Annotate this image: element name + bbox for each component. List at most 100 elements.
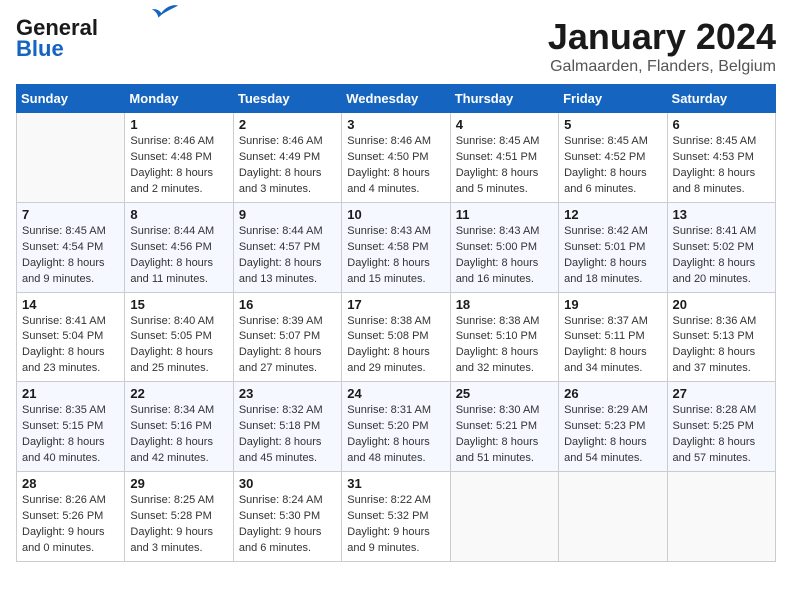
day-number: 16 bbox=[239, 297, 336, 312]
calendar-cell: 14Sunrise: 8:41 AM Sunset: 5:04 PM Dayli… bbox=[17, 292, 125, 382]
calendar-cell: 9 Sunrise: 8:44 AM Sunset: 4:57 PM Daylig… bbox=[233, 202, 341, 292]
calendar-cell: 22 Sunrise: 8:34 AM Sunset: 5:16 PM Dayli… bbox=[125, 382, 233, 472]
day-info: Sunrise: 8:44 AM Sunset: 4:57 PM Dayligh… bbox=[239, 224, 336, 288]
day-info: Sunrise: 8:38 AM Sunset: 5:10 PM Dayligh… bbox=[456, 314, 553, 378]
page-header: General Blue January 2024 Galmaarden, Fl… bbox=[16, 16, 776, 76]
day-info: Sunrise: 8:29 AM Sunset: 5:23 PM Dayligh… bbox=[564, 403, 661, 467]
day-info: Sunrise: 8:46 AM Sunset: 4:48 PM Dayligh… bbox=[130, 134, 227, 198]
calendar-cell: 17 Sunrise: 8:38 AM Sunset: 5:08 PM Dayli… bbox=[342, 292, 450, 382]
header-wednesday: Wednesday bbox=[342, 85, 450, 113]
calendar-cell: 28 Sunrise: 8:26 AM Sunset: 5:26 PM Dayli… bbox=[17, 472, 125, 562]
day-info: Sunrise: 8:26 AM Sunset: 5:26 PM Dayligh… bbox=[22, 493, 119, 557]
title-block: January 2024 Galmaarden, Flanders, Belgi… bbox=[548, 16, 776, 76]
header-thursday: Thursday bbox=[450, 85, 558, 113]
day-info: Sunrise: 8:22 AM Sunset: 5:32 PM Dayligh… bbox=[347, 493, 444, 557]
logo: General Blue bbox=[16, 16, 180, 62]
calendar-cell: 25Sunrise: 8:30 AM Sunset: 5:21 PM Dayli… bbox=[450, 382, 558, 472]
day-info: Sunrise: 8:34 AM Sunset: 5:16 PM Dayligh… bbox=[130, 403, 227, 467]
day-info: Sunrise: 8:45 AM Sunset: 4:54 PM Dayligh… bbox=[22, 224, 119, 288]
location-subtitle: Galmaarden, Flanders, Belgium bbox=[548, 58, 776, 76]
calendar-cell bbox=[450, 472, 558, 562]
calendar-cell: 29 Sunrise: 8:25 AM Sunset: 5:28 PM Dayli… bbox=[125, 472, 233, 562]
day-info: Sunrise: 8:39 AM Sunset: 5:07 PM Dayligh… bbox=[239, 314, 336, 378]
header-saturday: Saturday bbox=[667, 85, 775, 113]
day-number: 23 bbox=[239, 386, 336, 401]
day-info: Sunrise: 8:24 AM Sunset: 5:30 PM Dayligh… bbox=[239, 493, 336, 557]
day-info: Sunrise: 8:30 AM Sunset: 5:21 PM Dayligh… bbox=[456, 403, 553, 467]
calendar-cell: 3 Sunrise: 8:46 AM Sunset: 4:50 PM Daylig… bbox=[342, 113, 450, 203]
calendar-cell: 7Sunrise: 8:45 AM Sunset: 4:54 PM Daylig… bbox=[17, 202, 125, 292]
day-number: 13 bbox=[673, 207, 770, 222]
day-number: 9 bbox=[239, 207, 336, 222]
day-number: 4 bbox=[456, 117, 553, 132]
day-number: 18 bbox=[456, 297, 553, 312]
calendar-cell: 12 Sunrise: 8:42 AM Sunset: 5:01 PM Dayli… bbox=[559, 202, 667, 292]
calendar-cell: 15Sunrise: 8:40 AM Sunset: 5:05 PM Dayli… bbox=[125, 292, 233, 382]
day-number: 29 bbox=[130, 476, 227, 491]
day-info: Sunrise: 8:37 AM Sunset: 5:11 PM Dayligh… bbox=[564, 314, 661, 378]
day-number: 15 bbox=[130, 297, 227, 312]
calendar-cell: 8 Sunrise: 8:44 AM Sunset: 4:56 PM Daylig… bbox=[125, 202, 233, 292]
day-info: Sunrise: 8:46 AM Sunset: 4:49 PM Dayligh… bbox=[239, 134, 336, 198]
day-number: 19 bbox=[564, 297, 661, 312]
calendar-cell: 24 Sunrise: 8:31 AM Sunset: 5:20 PM Dayli… bbox=[342, 382, 450, 472]
header-monday: Monday bbox=[125, 85, 233, 113]
day-number: 31 bbox=[347, 476, 444, 491]
calendar-cell: 11Sunrise: 8:43 AM Sunset: 5:00 PM Dayli… bbox=[450, 202, 558, 292]
day-info: Sunrise: 8:45 AM Sunset: 4:52 PM Dayligh… bbox=[564, 134, 661, 198]
calendar-cell: 21Sunrise: 8:35 AM Sunset: 5:15 PM Dayli… bbox=[17, 382, 125, 472]
day-info: Sunrise: 8:44 AM Sunset: 4:56 PM Dayligh… bbox=[130, 224, 227, 288]
day-number: 28 bbox=[22, 476, 119, 491]
day-info: Sunrise: 8:28 AM Sunset: 5:25 PM Dayligh… bbox=[673, 403, 770, 467]
day-info: Sunrise: 8:42 AM Sunset: 5:01 PM Dayligh… bbox=[564, 224, 661, 288]
calendar-cell: 26 Sunrise: 8:29 AM Sunset: 5:23 PM Dayli… bbox=[559, 382, 667, 472]
calendar-header-row: SundayMondayTuesdayWednesdayThursdayFrid… bbox=[17, 85, 776, 113]
calendar-cell: 10 Sunrise: 8:43 AM Sunset: 4:58 PM Dayli… bbox=[342, 202, 450, 292]
day-number: 3 bbox=[347, 117, 444, 132]
day-info: Sunrise: 8:38 AM Sunset: 5:08 PM Dayligh… bbox=[347, 314, 444, 378]
week-row-2: 7Sunrise: 8:45 AM Sunset: 4:54 PM Daylig… bbox=[17, 202, 776, 292]
day-number: 27 bbox=[673, 386, 770, 401]
day-number: 26 bbox=[564, 386, 661, 401]
week-row-4: 21Sunrise: 8:35 AM Sunset: 5:15 PM Dayli… bbox=[17, 382, 776, 472]
calendar-cell: 18 Sunrise: 8:38 AM Sunset: 5:10 PM Dayli… bbox=[450, 292, 558, 382]
calendar-cell bbox=[17, 113, 125, 203]
day-info: Sunrise: 8:25 AM Sunset: 5:28 PM Dayligh… bbox=[130, 493, 227, 557]
day-info: Sunrise: 8:41 AM Sunset: 5:02 PM Dayligh… bbox=[673, 224, 770, 288]
day-number: 10 bbox=[347, 207, 444, 222]
day-number: 24 bbox=[347, 386, 444, 401]
day-number: 12 bbox=[564, 207, 661, 222]
calendar-cell: 1 Sunrise: 8:46 AM Sunset: 4:48 PM Daylig… bbox=[125, 113, 233, 203]
logo-blue: Blue bbox=[16, 36, 64, 62]
logo-bird-icon bbox=[152, 3, 180, 25]
day-number: 8 bbox=[130, 207, 227, 222]
day-number: 1 bbox=[130, 117, 227, 132]
calendar-table: SundayMondayTuesdayWednesdayThursdayFrid… bbox=[16, 84, 776, 562]
day-number: 20 bbox=[673, 297, 770, 312]
day-info: Sunrise: 8:43 AM Sunset: 4:58 PM Dayligh… bbox=[347, 224, 444, 288]
week-row-1: 1 Sunrise: 8:46 AM Sunset: 4:48 PM Daylig… bbox=[17, 113, 776, 203]
calendar-cell: 5 Sunrise: 8:45 AM Sunset: 4:52 PM Daylig… bbox=[559, 113, 667, 203]
day-number: 22 bbox=[130, 386, 227, 401]
week-row-5: 28 Sunrise: 8:26 AM Sunset: 5:26 PM Dayli… bbox=[17, 472, 776, 562]
day-info: Sunrise: 8:45 AM Sunset: 4:53 PM Dayligh… bbox=[673, 134, 770, 198]
calendar-cell bbox=[667, 472, 775, 562]
month-title: January 2024 bbox=[548, 16, 776, 58]
day-info: Sunrise: 8:46 AM Sunset: 4:50 PM Dayligh… bbox=[347, 134, 444, 198]
calendar-cell: 13 Sunrise: 8:41 AM Sunset: 5:02 PM Dayli… bbox=[667, 202, 775, 292]
calendar-cell: 4Sunrise: 8:45 AM Sunset: 4:51 PM Daylig… bbox=[450, 113, 558, 203]
day-info: Sunrise: 8:31 AM Sunset: 5:20 PM Dayligh… bbox=[347, 403, 444, 467]
day-info: Sunrise: 8:32 AM Sunset: 5:18 PM Dayligh… bbox=[239, 403, 336, 467]
calendar-cell: 16 Sunrise: 8:39 AM Sunset: 5:07 PM Dayli… bbox=[233, 292, 341, 382]
week-row-3: 14Sunrise: 8:41 AM Sunset: 5:04 PM Dayli… bbox=[17, 292, 776, 382]
calendar-cell: 2Sunrise: 8:46 AM Sunset: 4:49 PM Daylig… bbox=[233, 113, 341, 203]
calendar-cell: 27 Sunrise: 8:28 AM Sunset: 5:25 PM Dayli… bbox=[667, 382, 775, 472]
calendar-cell bbox=[559, 472, 667, 562]
calendar-cell: 6 Sunrise: 8:45 AM Sunset: 4:53 PM Daylig… bbox=[667, 113, 775, 203]
calendar-cell: 30Sunrise: 8:24 AM Sunset: 5:30 PM Dayli… bbox=[233, 472, 341, 562]
day-number: 5 bbox=[564, 117, 661, 132]
day-number: 17 bbox=[347, 297, 444, 312]
day-number: 6 bbox=[673, 117, 770, 132]
day-info: Sunrise: 8:36 AM Sunset: 5:13 PM Dayligh… bbox=[673, 314, 770, 378]
day-info: Sunrise: 8:41 AM Sunset: 5:04 PM Dayligh… bbox=[22, 314, 119, 378]
